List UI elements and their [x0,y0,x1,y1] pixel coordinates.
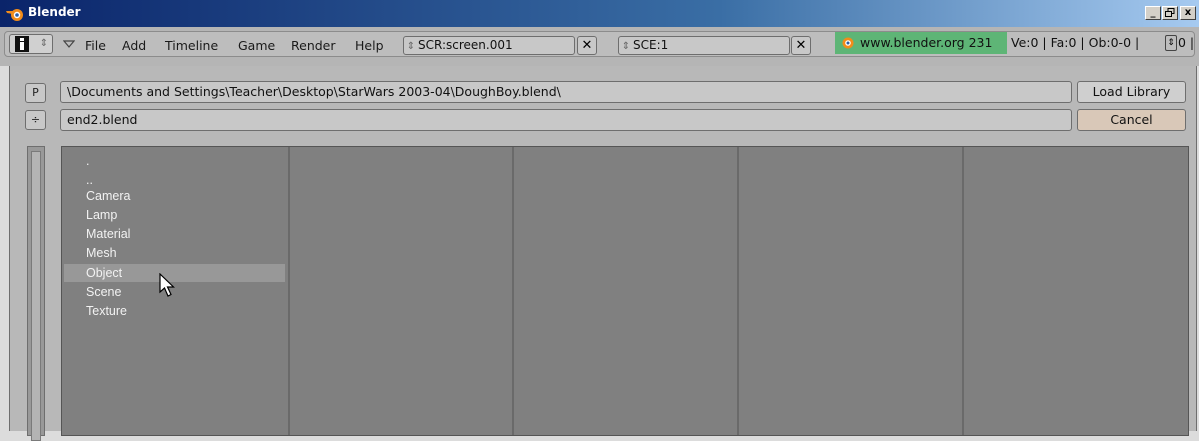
menu-game[interactable]: Game [238,38,275,53]
menu-add[interactable]: Add [122,38,146,53]
selector-arrows-icon: ⇕ [39,38,49,49]
list-item[interactable]: Texture [64,302,285,320]
blender-small-logo-icon [842,37,854,49]
column-divider [962,147,964,435]
scene-name: SCE:1 [633,38,669,52]
stats-toggle-icon[interactable]: ⇕ [1165,35,1177,51]
info-window-icon [15,36,29,52]
menu-file[interactable]: File [85,38,106,53]
list-item[interactable]: . [64,152,285,170]
title-bar: Blender _ x [0,0,1199,27]
scrollbar[interactable] [27,146,45,441]
load-library-button[interactable]: Load Library [1077,81,1186,103]
screen-name: SCR:screen.001 [418,38,513,52]
parent-directory-button[interactable]: P [25,83,46,103]
collapse-menu-icon[interactable] [63,39,75,49]
filename-field[interactable]: end2.blend [60,109,1072,131]
delete-scene-button[interactable]: ✕ [791,36,811,55]
list-item[interactable]: Mesh [64,244,285,262]
cancel-button[interactable]: Cancel [1077,109,1186,131]
scene-stats: Ve:0 | Fa:0 | Ob:0-0 | [1011,35,1140,50]
screen-selector[interactable]: ⇕ SCR:screen.001 [403,36,575,55]
window-title: Blender [28,5,81,19]
menu-help[interactable]: Help [355,38,384,53]
header-strip: ⇕ File Add Timeline Game Render Help ⇕ SC… [4,31,1195,57]
maximize-button[interactable] [1162,6,1178,20]
file-list: . .. Camera Lamp Material Mesh Object Sc… [61,146,1189,436]
column-divider [288,147,290,435]
info-text: www.blender.org 231 [860,35,993,50]
blender-logo-icon [6,9,23,21]
mouse-pointer-icon [159,273,175,297]
scrollbar-thumb[interactable] [31,151,41,441]
list-item[interactable]: Lamp [64,206,285,224]
stats-tail: 0 | [1178,35,1195,50]
column-divider [737,147,739,435]
list-item[interactable]: Camera [64,187,285,205]
directory-menu-button[interactable]: ÷ [25,110,46,130]
column-divider [512,147,514,435]
list-item[interactable]: Material [64,225,285,243]
screen-spin-icon: ⇕ [406,41,416,52]
file-browser-window: P \Documents and Settings\Teacher\Deskto… [9,66,1197,441]
minimize-button[interactable]: _ [1145,6,1161,20]
info-box: www.blender.org 231 [835,32,1007,54]
menu-timeline[interactable]: Timeline [165,38,218,53]
scene-spin-icon: ⇕ [621,41,631,52]
window-type-selector[interactable]: ⇕ [9,34,53,54]
directory-field[interactable]: \Documents and Settings\Teacher\Desktop\… [60,81,1072,103]
menu-render[interactable]: Render [291,38,336,53]
header-bar: ⇕ File Add Timeline Game Render Help ⇕ SC… [0,27,1199,66]
restore-icon [1165,8,1175,17]
scene-selector[interactable]: ⇕ SCE:1 [618,36,790,55]
close-window-button[interactable]: x [1180,6,1196,20]
delete-screen-button[interactable]: ✕ [577,36,597,55]
